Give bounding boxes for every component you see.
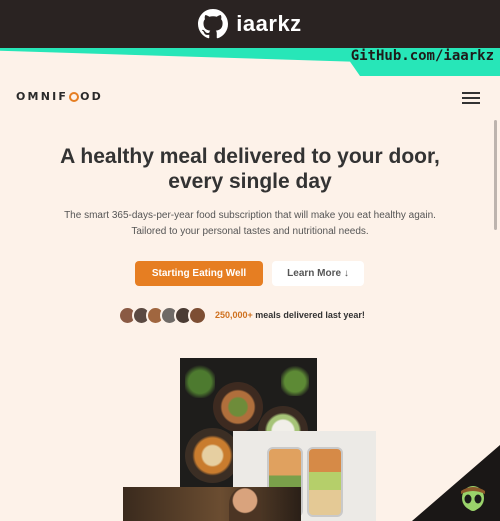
scrollbar[interactable] bbox=[494, 120, 497, 230]
hero-description: The smart 365-days-per-year food subscri… bbox=[40, 208, 460, 240]
delivered-count: 250,000+ bbox=[215, 310, 253, 320]
delivered-meals: 250,000+ meals delivered last year! bbox=[118, 304, 365, 326]
page: OMNIF OD A healthy meal delivered to you… bbox=[0, 48, 500, 521]
hero-title: A healthy meal delivered to your door, e… bbox=[0, 144, 500, 194]
hamburger-icon[interactable] bbox=[462, 92, 480, 104]
github-link[interactable]: GitHub.com/iaarkz bbox=[351, 48, 494, 64]
logo-text-suffix: OD bbox=[80, 90, 104, 103]
learn-more-button[interactable]: Learn More ↓ bbox=[272, 261, 364, 286]
start-eating-button[interactable]: Starting Eating Well bbox=[135, 261, 263, 286]
restaurant-image bbox=[123, 487, 301, 521]
avatar bbox=[188, 305, 207, 325]
customer-avatars bbox=[118, 305, 207, 325]
alien-icon bbox=[461, 486, 485, 511]
hero-title-line2: every single day bbox=[168, 170, 332, 193]
banner-username: iaarkz bbox=[236, 11, 302, 36]
omnifood-logo[interactable]: OMNIF OD bbox=[16, 90, 482, 103]
hero-title-line1: A healthy meal delivered to your door, bbox=[60, 145, 440, 168]
logo-text-prefix: OMNIF bbox=[16, 90, 69, 103]
logo-o-icon bbox=[69, 91, 80, 102]
delivered-suffix: meals delivered last year! bbox=[252, 310, 365, 320]
github-icon bbox=[198, 9, 229, 39]
site-header: OMNIF OD bbox=[16, 90, 482, 106]
delivered-text: 250,000+ meals delivered last year! bbox=[215, 310, 365, 320]
top-banner: iaarkz bbox=[0, 0, 500, 48]
hero-text-line2: Tailored to your personal tastes and nut… bbox=[131, 226, 369, 237]
hero-text-line1: The smart 365-days-per-year food subscri… bbox=[64, 210, 436, 221]
